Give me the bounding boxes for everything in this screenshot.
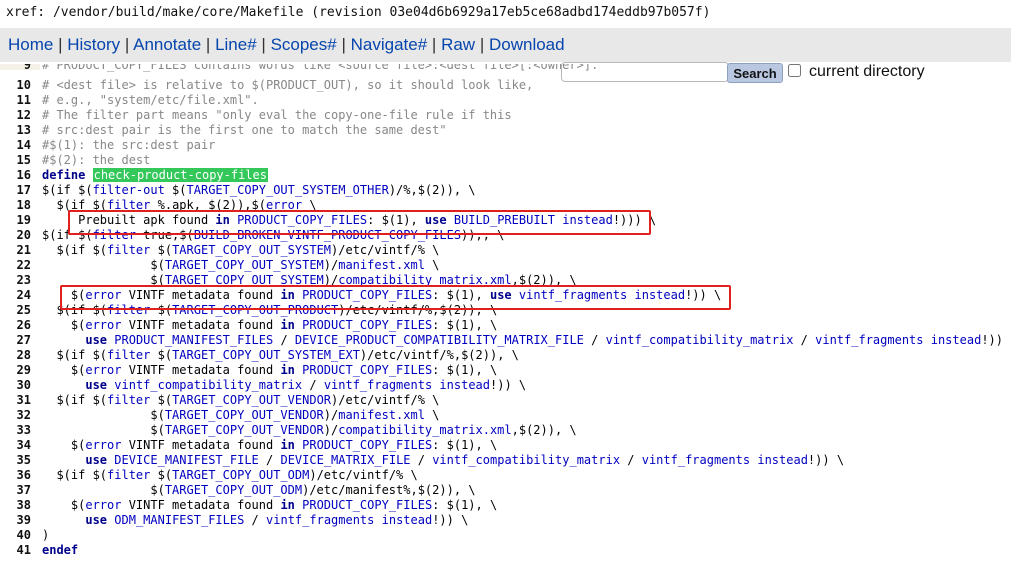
code-line-text: $(error VINTF metadata found in PRODUCT_…: [42, 438, 498, 452]
code-line-text: $(TARGET_COPY_OUT_SYSTEM)/manifest.xml \: [42, 258, 440, 272]
nav-annotate-link[interactable]: Annotate: [133, 35, 201, 54]
nav-separator: |: [205, 35, 211, 54]
nav-home-link[interactable]: Home: [8, 35, 53, 54]
line-number-link[interactable]: 14: [0, 138, 31, 153]
nav-separator: |: [124, 35, 130, 54]
line-number-link[interactable]: 28: [0, 348, 31, 363]
code-line-text: $(error VINTF metadata found in PRODUCT_…: [42, 498, 498, 512]
code-line-text: $(TARGET_COPY_OUT_ODM)/etc/manifest%,$(2…: [42, 483, 476, 497]
code-line-text: # src:dest pair is the first one to matc…: [42, 123, 447, 137]
highlighted-symbol[interactable]: check-product-copy-files: [92, 168, 268, 182]
code-line-text: endef: [42, 543, 79, 557]
line-number-link[interactable]: 33: [0, 423, 31, 438]
nav-bar: Home | History | Annotate | Line# | Scop…: [0, 28, 1011, 83]
line-number-link[interactable]: 31: [0, 393, 31, 408]
code-line-text: # <dest file> is relative to $(PRODUCT_O…: [42, 78, 534, 92]
code-line-text: $(TARGET_COPY_OUT_VENDOR)/manifest.xml \: [42, 408, 440, 422]
nav-separator: |: [431, 35, 437, 54]
code-line-text: use vintf_compatibility_matrix / vintf_f…: [85, 378, 527, 392]
nav-links: Home | History | Annotate | Line# | Scop…: [8, 35, 565, 55]
line-number-link[interactable]: 39: [0, 513, 31, 528]
line-number-link[interactable]: 36: [0, 468, 31, 483]
nav-separator: |: [479, 35, 485, 54]
annotation-box-line-24: [60, 285, 731, 310]
nav-line-link[interactable]: Line#: [215, 35, 257, 54]
line-number-link[interactable]: 41: [0, 543, 31, 558]
line-number-link[interactable]: 11: [0, 93, 31, 108]
nav-raw-link[interactable]: Raw: [441, 35, 475, 54]
code-line-text: $(if $(filter-out $(TARGET_COPY_OUT_SYST…: [42, 183, 476, 197]
line-number-link[interactable]: 21: [0, 243, 31, 258]
code-line-text: $(error VINTF metadata found in PRODUCT_…: [42, 318, 498, 332]
line-number-link[interactable]: 16: [0, 168, 31, 183]
annotation-box-line-19: [68, 210, 651, 235]
code-line-text: $(if $(filter $(TARGET_COPY_OUT_SYSTEM_E…: [42, 348, 519, 362]
source-code-panel: 9 # PRODUCT_COPY_FILES contains words lik…: [0, 64, 1011, 564]
nav-separator: |: [341, 35, 346, 54]
code-line-text: $(error VINTF metadata found in PRODUCT_…: [42, 363, 498, 377]
title-bar: xref: /vendor/build/make/core/Makefile (…: [0, 0, 1011, 26]
code-line-text: # e.g., "system/etc/file.xml".: [42, 93, 259, 107]
code-line-text: use PRODUCT_MANIFEST_FILES / DEVICE_PROD…: [85, 333, 1011, 347]
nav-separator: |: [58, 35, 63, 54]
code-line-text: #$(1): the src:dest pair: [42, 138, 216, 152]
line-number-link[interactable]: 10: [0, 78, 31, 93]
line-number-link[interactable]: 35: [0, 453, 31, 468]
line-number-link[interactable]: 40: [0, 528, 31, 543]
line-number-link[interactable]: 26: [0, 318, 31, 333]
line-number-link[interactable]: 9: [0, 64, 31, 73]
line-number-link[interactable]: 19: [0, 213, 31, 228]
line-number-link[interactable]: 29: [0, 363, 31, 378]
code-line-text: use ODM_MANIFEST_FILES / vintf_fragments…: [85, 513, 469, 527]
nav-download-link[interactable]: Download: [489, 35, 565, 54]
code-line-text: ): [42, 528, 50, 542]
line-number-link[interactable]: 38: [0, 498, 31, 513]
code-line-text: use DEVICE_MANIFEST_FILE / DEVICE_MATRIX…: [85, 453, 845, 467]
line-number-link[interactable]: 23: [0, 273, 31, 288]
nav-navigate-link[interactable]: Navigate#: [351, 35, 428, 54]
line-number-link[interactable]: 34: [0, 438, 31, 453]
line-number-link[interactable]: 20: [0, 228, 31, 243]
line-number-link[interactable]: 12: [0, 108, 31, 123]
code-line-text: # The filter part means "only eval the c…: [42, 108, 512, 122]
page-title: xref: /vendor/build/make/core/Makefile (…: [6, 5, 711, 20]
line-number-link[interactable]: 18: [0, 198, 31, 213]
line-number-link[interactable]: 22: [0, 258, 31, 273]
line-number-link[interactable]: 17: [0, 183, 31, 198]
nav-history-link[interactable]: History: [67, 35, 120, 54]
nav-scopes-link[interactable]: Scopes#: [271, 35, 337, 54]
line-number-link[interactable]: 27: [0, 333, 31, 348]
line-number-link[interactable]: 25: [0, 303, 31, 318]
line-number-link[interactable]: 37: [0, 483, 31, 498]
code-line-text: # PRODUCT_COPY_FILES contains words like…: [42, 64, 599, 72]
line-number-link[interactable]: 30: [0, 378, 31, 393]
code-line-text: #$(2): the dest: [42, 153, 151, 167]
line-number-link[interactable]: 13: [0, 123, 31, 138]
code-line-text: $(if $(filter $(TARGET_COPY_OUT_ODM)/etc…: [42, 468, 418, 482]
code-line-text: $(if $(filter $(TARGET_COPY_OUT_SYSTEM)/…: [42, 243, 440, 257]
code-line-text: $(TARGET_COPY_OUT_VENDOR)/compatibility_…: [42, 423, 577, 437]
code-line-text: define check-product-copy-files: [42, 168, 268, 182]
nav-separator: |: [261, 35, 266, 54]
line-number-link[interactable]: 24: [0, 288, 31, 303]
line-number-link[interactable]: 15: [0, 153, 31, 168]
line-number-link[interactable]: 32: [0, 408, 31, 423]
code-line-text: $(if $(filter $(TARGET_COPY_OUT_VENDOR)/…: [42, 393, 440, 407]
